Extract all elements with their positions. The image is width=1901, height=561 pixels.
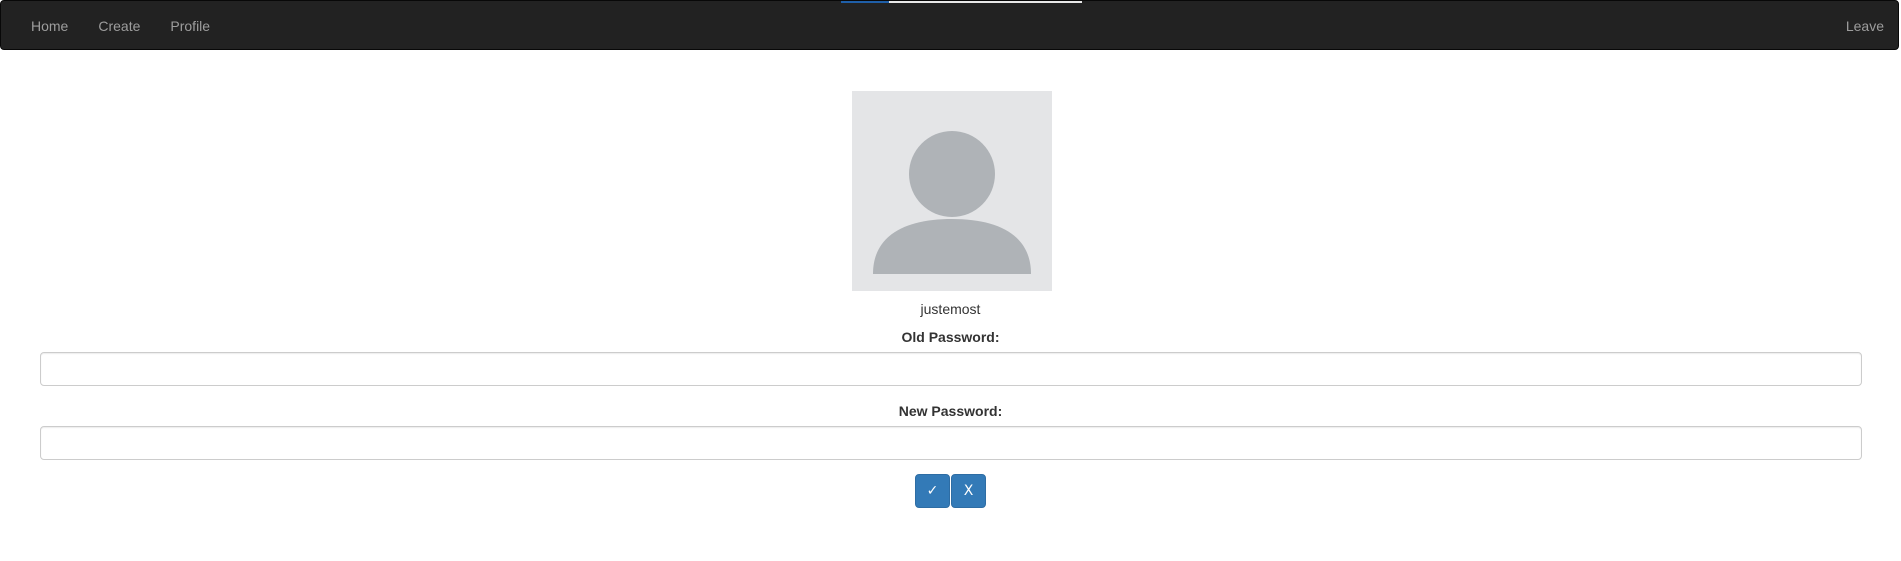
loading-progress-fill xyxy=(841,1,890,3)
cancel-button[interactable]: X xyxy=(951,474,986,508)
new-password-label: New Password: xyxy=(898,403,1003,419)
username-text: justemost xyxy=(920,301,981,317)
nav-profile-link[interactable]: Profile xyxy=(155,1,225,51)
form-actions: ✓ X xyxy=(915,474,986,508)
top-navbar: Home Create Profile Leave xyxy=(0,0,1899,50)
nav-home-link[interactable]: Home xyxy=(16,1,83,51)
confirm-button[interactable]: ✓ xyxy=(915,474,950,508)
nav-leave-link[interactable]: Leave xyxy=(1831,1,1898,51)
nav-left-group: Home Create Profile xyxy=(16,1,225,51)
loading-progress-bar xyxy=(841,1,1082,3)
old-password-label: Old Password: xyxy=(901,329,1000,345)
new-password-field[interactable] xyxy=(40,426,1862,460)
default-user-avatar-icon xyxy=(873,131,1031,274)
avatar xyxy=(852,91,1052,291)
old-password-field[interactable] xyxy=(40,352,1862,386)
nav-right-group: Leave xyxy=(1831,1,1898,51)
nav-create-link[interactable]: Create xyxy=(83,1,155,51)
